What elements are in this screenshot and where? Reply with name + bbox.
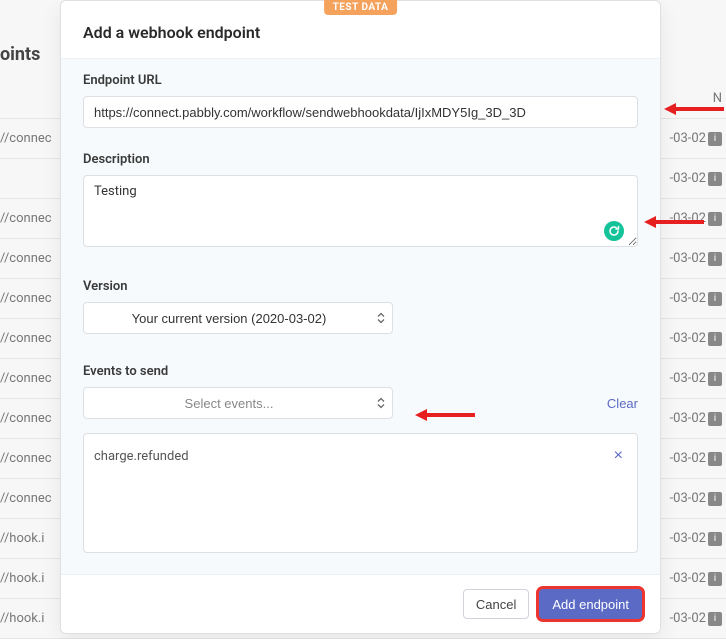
bg-row-date: -03-02 xyxy=(670,451,706,466)
bg-row-date: -03-02 xyxy=(670,211,706,226)
remove-event-button[interactable]: × xyxy=(610,448,627,464)
clear-events-button[interactable]: Clear xyxy=(607,396,638,411)
bg-row-date: -03-02 xyxy=(670,531,706,546)
bg-row-left: //connec xyxy=(0,291,52,306)
bg-row-date: -03-02 xyxy=(670,171,706,186)
info-icon: i xyxy=(708,372,722,386)
add-webhook-modal: TEST DATA Add a webhook endpoint Endpoin… xyxy=(60,0,661,634)
info-icon: i xyxy=(708,212,722,226)
info-icon: i xyxy=(708,492,722,506)
info-icon: i xyxy=(708,452,722,466)
modal-body: Endpoint URL Description Version Your cu… xyxy=(61,58,660,575)
bg-row-left: //connec xyxy=(0,131,52,146)
bg-row-date: -03-02 xyxy=(670,331,706,346)
info-icon: i xyxy=(708,252,722,266)
bg-row-date: -03-02 xyxy=(670,291,706,306)
info-icon: i xyxy=(708,332,722,346)
bg-row-left: //connec xyxy=(0,491,52,506)
version-select[interactable]: Your current version (2020-03-02) xyxy=(83,302,393,334)
bg-row-date: -03-02 xyxy=(670,371,706,386)
events-label: Events to send xyxy=(83,364,638,379)
description-input[interactable] xyxy=(83,175,638,247)
info-icon: i xyxy=(708,572,722,586)
info-icon: i xyxy=(708,132,722,146)
add-endpoint-button[interactable]: Add endpoint xyxy=(539,589,642,619)
bg-row-date: -03-02 xyxy=(670,491,706,506)
bg-row-left: //connec xyxy=(0,331,52,346)
modal-footer: Cancel Add endpoint xyxy=(61,575,660,633)
bg-header-right: N xyxy=(713,91,722,106)
info-icon: i xyxy=(708,532,722,546)
info-icon: i xyxy=(708,612,722,626)
bg-row-date: -03-02 xyxy=(670,131,706,146)
info-icon: i xyxy=(708,172,722,186)
bg-row-left: //connec xyxy=(0,411,52,426)
bg-row-left: //hook.i xyxy=(0,531,44,546)
bg-row-left: //connec xyxy=(0,251,52,266)
info-icon: i xyxy=(708,412,722,426)
events-select[interactable]: Select events... xyxy=(83,387,393,419)
bg-row-left: //connec xyxy=(0,451,52,466)
bg-row-date: -03-02 xyxy=(670,411,706,426)
endpoint-url-label: Endpoint URL xyxy=(83,73,638,88)
bg-row-left: //hook.i xyxy=(0,611,44,626)
endpoint-url-input[interactable] xyxy=(83,96,638,128)
cancel-button[interactable]: Cancel xyxy=(463,589,529,619)
event-chip-label: charge.refunded xyxy=(94,449,189,464)
bg-row-left: //hook.i xyxy=(0,571,44,586)
bg-row-date: -03-02 xyxy=(670,571,706,586)
version-label: Version xyxy=(83,279,638,294)
bg-row-date: -03-02 xyxy=(670,611,706,626)
info-icon: i xyxy=(708,292,722,306)
bg-row-left: //connec xyxy=(0,211,52,226)
test-data-badge: TEST DATA xyxy=(324,0,398,15)
description-label: Description xyxy=(83,152,638,167)
selected-events-box: charge.refunded × xyxy=(83,433,638,553)
bg-row-left: //connec xyxy=(0,371,52,386)
event-chip: charge.refunded × xyxy=(94,444,627,468)
bg-row-date: -03-02 xyxy=(670,251,706,266)
